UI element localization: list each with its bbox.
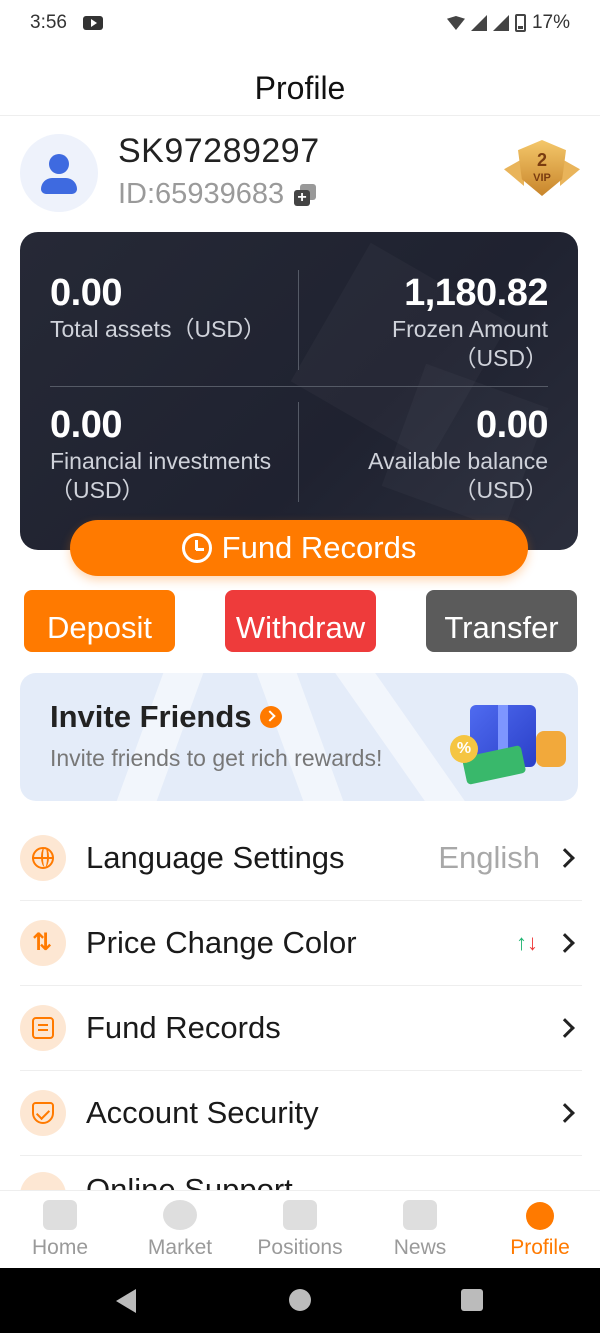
youtube-notification-icon <box>82 16 103 30</box>
gift-illustration: % <box>450 687 570 791</box>
financial-investments-label: Financial investments （USD） <box>50 448 272 503</box>
wifi-icon <box>446 16 465 30</box>
arrow-right-icon <box>259 706 282 728</box>
menu-item-label: Account Security <box>86 1095 319 1130</box>
copy-icon-front: + <box>294 190 310 206</box>
coins-icon <box>536 731 566 767</box>
menu-item-fund-records[interactable]: Fund Records <box>20 986 582 1071</box>
fund-records-button[interactable]: Fund Records <box>70 520 528 576</box>
menu-item-price-change-color[interactable]: Price Change Color ↑↓ <box>20 901 582 986</box>
menu-item-language[interactable]: Language Settings English <box>20 816 582 901</box>
menu-item-label: Price Change Color <box>86 925 357 960</box>
banner-decoration <box>256 673 344 801</box>
invite-title: Invite Friends <box>50 699 282 735</box>
chart-icon <box>283 1200 317 1230</box>
avatar-body-shape <box>41 178 77 194</box>
total-assets-label: Total assets（USD） <box>50 316 267 342</box>
deposit-button[interactable]: Deposit <box>24 590 175 652</box>
chevron-right-icon <box>555 848 575 868</box>
financial-investments: 0.00 Financial investments （USD） <box>50 404 310 505</box>
avatar-head-shape <box>49 154 69 174</box>
battery-icon <box>514 14 526 32</box>
copy-icon[interactable]: + <box>294 184 316 206</box>
up-down-arrows-icon: ↑↓ <box>516 930 538 955</box>
shield-icon <box>20 1090 66 1136</box>
globe-icon <box>20 835 66 881</box>
battery-percent: 17% <box>531 12 570 33</box>
user-id: ID:65939683 <box>118 178 285 210</box>
status-bar: 3:56 17% <box>0 0 600 46</box>
signal-icon-2 <box>492 15 509 31</box>
username: SK97289297 <box>118 132 320 170</box>
tab-market[interactable]: Market <box>120 1191 240 1268</box>
menu-item-label: Fund Records <box>86 1010 281 1045</box>
tab-label: News <box>393 1236 447 1259</box>
divider <box>298 402 299 502</box>
signal-icon <box>470 15 487 31</box>
chevron-right-icon <box>555 1103 575 1123</box>
transfer-button[interactable]: Transfer <box>426 590 577 652</box>
status-time: 3:56 <box>30 12 67 33</box>
chevron-right-icon <box>555 933 575 953</box>
profile-icon <box>526 1202 554 1230</box>
tab-label: Market <box>147 1236 213 1259</box>
tab-news[interactable]: News <box>360 1191 480 1268</box>
clock-icon <box>181 533 212 563</box>
news-icon <box>403 1200 437 1230</box>
tab-label: Profile <box>510 1236 570 1259</box>
fund-records-label: Fund Records <box>221 530 417 565</box>
assets-card: 0.00 Total assets（USD） 1,180.82 Frozen A… <box>20 232 578 550</box>
banner-decoration <box>335 673 465 801</box>
vip-badge[interactable]: 2 VIP <box>504 136 580 202</box>
tab-profile[interactable]: Profile <box>480 1191 600 1268</box>
language-value: English <box>438 840 540 875</box>
swap-icon <box>20 920 66 966</box>
frozen-amount: 1,180.82 Frozen Amount （USD） <box>308 272 548 373</box>
invite-title-text: Invite Friends <box>50 699 252 734</box>
user-info: SK97289297 ID:65939683 + 2 VIP <box>20 130 580 220</box>
chevron-right-icon <box>555 1018 575 1038</box>
tab-label: Positions <box>257 1236 343 1259</box>
vip-level: 2 <box>536 150 547 170</box>
financial-investments-value: 0.00 <box>50 404 122 446</box>
settings-menu: Language Settings English Price Change C… <box>20 816 582 1241</box>
total-assets: 0.00 Total assets（USD） <box>50 272 290 344</box>
banner-decoration <box>116 673 204 801</box>
home-button-icon[interactable] <box>289 1289 311 1311</box>
home-icon <box>43 1200 77 1230</box>
page-title: Profile <box>0 60 600 116</box>
back-icon[interactable] <box>116 1289 136 1313</box>
tab-label: Home <box>31 1236 89 1259</box>
total-assets-value: 0.00 <box>50 272 122 314</box>
tab-home[interactable]: Home <box>0 1191 120 1268</box>
dollar-icon <box>163 1200 197 1230</box>
percent-icon: % <box>450 735 478 763</box>
menu-item-label: Language Settings <box>86 840 345 875</box>
bottom-tab-bar: Home Market Positions News Profile <box>0 1190 600 1268</box>
invite-subtitle: Invite friends to get rich rewards! <box>50 745 383 771</box>
available-balance: 0.00 Available balance （USD） <box>308 404 548 505</box>
menu-item-account-security[interactable]: Account Security <box>20 1071 582 1156</box>
frozen-amount-label: Frozen Amount （USD） <box>392 316 548 371</box>
avatar[interactable] <box>20 134 98 212</box>
vip-label: VIP <box>533 172 551 184</box>
withdraw-button[interactable]: Withdraw <box>225 590 376 652</box>
tab-positions[interactable]: Positions <box>240 1191 360 1268</box>
invite-friends-banner[interactable]: Invite Friends Invite friends to get ric… <box>20 673 578 801</box>
frozen-amount-value: 1,180.82 <box>404 272 548 314</box>
document-icon <box>20 1005 66 1051</box>
status-indicators: 17% <box>446 12 570 34</box>
system-navigation-bar <box>0 1268 600 1333</box>
available-balance-value: 0.00 <box>476 404 548 446</box>
recent-apps-icon[interactable] <box>461 1289 483 1311</box>
divider <box>50 386 548 387</box>
divider <box>298 270 299 370</box>
available-balance-label: Available balance （USD） <box>368 448 548 503</box>
